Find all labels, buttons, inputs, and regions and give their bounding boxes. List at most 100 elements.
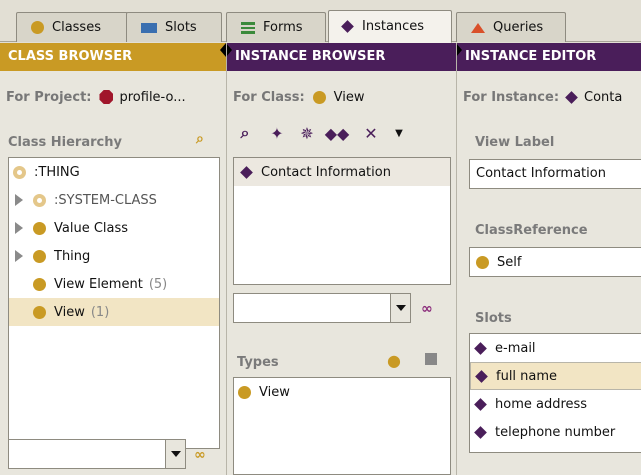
tab-label: Slots xyxy=(165,20,197,35)
slot-name: full name xyxy=(496,368,558,384)
class-tree: :THING :SYSTEM-CLASS Value Class Thing V… xyxy=(8,157,220,449)
abstract-class-icon xyxy=(13,165,26,179)
project-icon xyxy=(99,90,114,104)
instance-icon xyxy=(565,90,578,104)
class-icon xyxy=(31,21,44,34)
chevron-down-icon[interactable]: ▼ xyxy=(389,123,409,143)
search-class-icon[interactable]: ⌕ xyxy=(196,131,204,147)
list-item[interactable]: e-mail xyxy=(470,334,641,362)
instance-toolbar: ⌕ ✦ ✵ ◆◆ ✕ ▼ xyxy=(235,123,445,145)
delete-instance-icon[interactable]: ✕ xyxy=(361,123,381,143)
slot-name: e-mail xyxy=(495,340,536,356)
types-list: View xyxy=(233,377,451,475)
splitter-arrow-icon[interactable] xyxy=(457,43,462,57)
copy-instance-icon[interactable]: ✵ xyxy=(297,123,317,143)
class-search-combo[interactable] xyxy=(8,439,186,469)
project-name: profile-o... xyxy=(119,89,186,105)
query-icon xyxy=(471,22,485,33)
class-name: View xyxy=(333,89,365,105)
class-reference-value: Self xyxy=(497,254,522,270)
tab-forms[interactable]: Forms xyxy=(226,12,326,42)
create-instance-icon[interactable]: ✦ xyxy=(267,123,287,143)
slot-instance-icon xyxy=(475,369,488,383)
class-icon xyxy=(33,221,46,235)
tree-item-thing-class[interactable]: Thing xyxy=(9,242,219,270)
instance-browser-panel: INSTANCE BROWSER For Class: View ⌕ ✦ ✵ ◆… xyxy=(226,43,456,475)
project-row: For Project: profile-o... xyxy=(6,87,186,107)
list-item[interactable]: home address xyxy=(470,390,641,418)
tree-item-label: Thing xyxy=(54,248,91,264)
project-label: For Project: xyxy=(6,89,92,105)
view-label-label: View Label xyxy=(475,135,555,150)
tab-slots[interactable]: Slots xyxy=(126,12,222,42)
tab-bar: Classes Slots Forms Instances Queries xyxy=(0,0,641,43)
slot-icon xyxy=(141,22,157,33)
panel-title: INSTANCE BROWSER xyxy=(235,49,386,64)
class-icon xyxy=(33,249,46,263)
instance-icon xyxy=(341,20,354,33)
tree-item-thing[interactable]: :THING xyxy=(9,158,219,186)
list-item[interactable]: View xyxy=(234,378,450,406)
slot-name: home address xyxy=(495,396,588,412)
list-item[interactable]: full name xyxy=(470,362,641,390)
tab-label: Queries xyxy=(493,20,544,35)
instance-name: Conta xyxy=(584,89,623,105)
panel-title: INSTANCE EDITOR xyxy=(465,49,597,64)
class-icon xyxy=(33,305,46,319)
instance-editor-header: INSTANCE EDITOR xyxy=(457,43,641,71)
instance-count: (5) xyxy=(148,276,168,292)
tree-item-label: :SYSTEM-CLASS xyxy=(54,192,157,208)
splitter-arrow-icon[interactable] xyxy=(227,43,232,57)
tree-item-view-element[interactable]: View Element (5) xyxy=(9,270,219,298)
slot-instance-icon xyxy=(474,425,487,439)
instance-list: Contact Information xyxy=(233,157,451,285)
expand-icon[interactable] xyxy=(15,250,23,262)
chevron-down-icon[interactable] xyxy=(390,294,410,322)
instance-search-combo[interactable] xyxy=(233,293,411,323)
tab-classes[interactable]: Classes xyxy=(16,12,128,42)
slots-label: Slots xyxy=(475,311,512,326)
class-icon xyxy=(476,255,489,269)
expand-icon[interactable] xyxy=(15,194,23,206)
class-label: For Class: xyxy=(233,89,305,105)
type-name: View xyxy=(259,384,290,400)
tab-label: Forms xyxy=(263,20,303,35)
panel-title: CLASS BROWSER xyxy=(8,49,133,64)
references-icon[interactable]: ⌕ xyxy=(235,123,255,143)
class-hierarchy-label: Class Hierarchy xyxy=(8,135,122,150)
expand-icon[interactable] xyxy=(15,222,23,234)
class-browser-header: CLASS BROWSER xyxy=(0,43,226,71)
tree-item-system-class[interactable]: :SYSTEM-CLASS xyxy=(9,186,219,214)
instance-icon xyxy=(240,165,253,179)
class-reference-label: ClassReference xyxy=(475,223,588,238)
list-item[interactable]: Contact Information xyxy=(234,158,450,186)
add-type-icon[interactable]: ● xyxy=(387,351,401,370)
list-item[interactable]: telephone number xyxy=(470,418,641,446)
instance-count: (1) xyxy=(90,304,110,320)
instance-row: For Instance: Conta xyxy=(463,87,622,107)
instance-editor-panel: INSTANCE EDITOR For Instance: Conta View… xyxy=(456,43,641,475)
instance-diamond-icon[interactable]: ◆◆ xyxy=(325,123,350,143)
slot-name: telephone number xyxy=(495,424,616,440)
chevron-down-icon[interactable] xyxy=(165,440,185,468)
tree-item-view[interactable]: View (1) xyxy=(9,298,219,326)
class-icon xyxy=(238,385,251,399)
slot-instance-icon xyxy=(474,341,487,355)
tree-item-label: :THING xyxy=(34,164,80,180)
view-label-field[interactable]: Contact Information xyxy=(469,159,641,189)
tab-instances[interactable]: Instances xyxy=(328,10,452,43)
class-browser-panel: CLASS BROWSER For Project: profile-o... … xyxy=(0,43,226,475)
tab-queries[interactable]: Queries xyxy=(456,12,566,42)
types-label: Types xyxy=(237,355,279,370)
instance-name: Contact Information xyxy=(261,164,391,180)
instance-browser-header: INSTANCE BROWSER xyxy=(227,43,456,71)
tree-item-label: View Element xyxy=(54,276,143,292)
binoculars-icon[interactable]: ∞ xyxy=(194,447,212,463)
class-reference-field[interactable]: Self xyxy=(469,247,641,277)
remove-type-icon[interactable] xyxy=(425,353,437,365)
slot-instance-icon xyxy=(474,397,487,411)
class-row: For Class: View xyxy=(233,87,365,107)
binoculars-icon[interactable]: ∞ xyxy=(421,301,439,317)
instance-label: For Instance: xyxy=(463,89,560,105)
tree-item-value-class[interactable]: Value Class xyxy=(9,214,219,242)
